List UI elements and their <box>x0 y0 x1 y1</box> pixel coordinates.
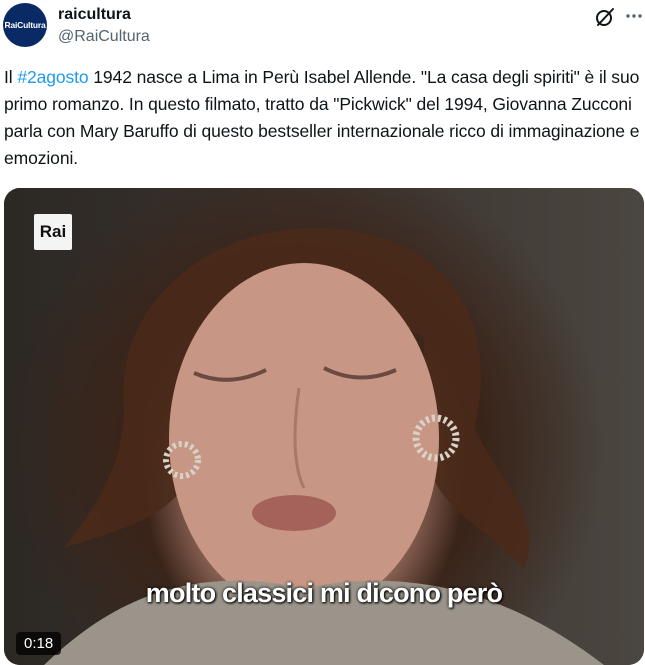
rai-logo-text: Rai <box>39 222 67 241</box>
tweet-text: Il #2agosto 1942 nasce a Lima in Perù Is… <box>4 64 644 172</box>
tweet-text-rest: 1942 nasce a Lima in Perù Isabel Allende… <box>4 67 640 168</box>
tweet-text-start: Il <box>4 67 18 87</box>
hashtag-link[interactable]: #2agosto <box>17 67 88 87</box>
display-name[interactable]: raicultura <box>58 6 131 24</box>
user-handle[interactable]: @RaiCultura <box>58 28 150 46</box>
video-subtitle: molto classici mi dicono però <box>145 578 503 608</box>
more-icon[interactable] <box>624 6 644 26</box>
tweet-header: RaiCultura raicultura @RaiCultura <box>0 0 645 62</box>
avatar-label: RaiCultura <box>4 20 46 30</box>
avatar[interactable]: RaiCultura <box>3 3 47 47</box>
grok-icon[interactable] <box>594 6 616 28</box>
video-duration: 0:18 <box>16 632 62 655</box>
rai-logo: Rai <box>34 214 72 250</box>
video-player[interactable]: Rai molto classici mi dicono però 0:18 <box>4 188 644 665</box>
